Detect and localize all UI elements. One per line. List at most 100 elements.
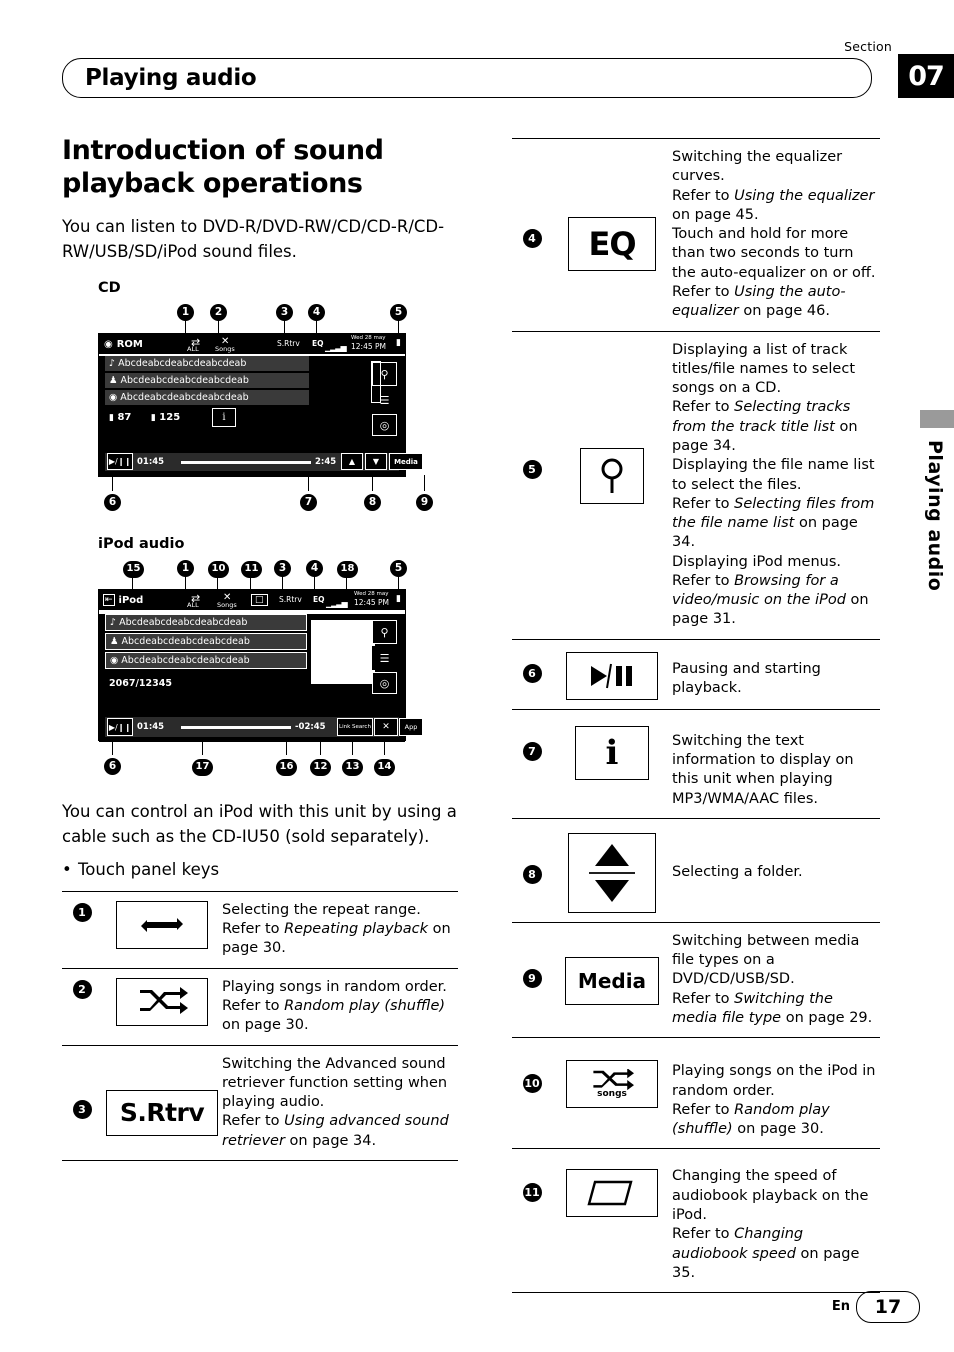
row-icon-cell	[102, 968, 222, 1045]
scrollbar[interactable]	[371, 361, 381, 404]
section-label: Section	[844, 39, 892, 54]
callout-8: 8	[364, 490, 381, 512]
chapter-title-pill: Playing audio	[62, 58, 872, 98]
info-key-onscreen[interactable]: i	[212, 408, 236, 428]
row-desc-cell: Playing songs on the iPod in random orde…	[672, 1063, 876, 1138]
row-number-cell: 7	[512, 709, 552, 818]
row-desc-cell: Selecting the repeat range. Refer to Rep…	[222, 901, 451, 957]
row-icon-cell	[552, 331, 672, 639]
ipod-track-row-2[interactable]: ♟ Abcdeabcdeabcdeabcdeab	[105, 633, 307, 651]
ipod-track-title-1: Abcdeabcdeabcdeabcdeab	[119, 617, 248, 629]
signal-icon: ▮	[396, 594, 401, 605]
progress-bar[interactable]	[181, 726, 291, 730]
cd-status-bar: ◉ ROM ⇄ ALL ✕ Songs S.Rtrv EQ ▁▂▃▅ Wed 2…	[99, 334, 405, 355]
ipod-track-row-3[interactable]: ◉ Abcdeabcdeabcdeabcdeab	[105, 652, 307, 670]
row-desc-cell: Pausing and starting playback.	[672, 660, 821, 697]
scroll-handle[interactable]: ☰	[372, 646, 397, 671]
callout-16: 16	[276, 754, 297, 776]
link-search-key[interactable]: Link Search	[337, 718, 373, 737]
row-number-cell: 11	[512, 1149, 552, 1293]
page-number: 17	[856, 1291, 920, 1323]
clock-date: Wed 28 may	[354, 591, 389, 598]
row-desc-cell: Changing the speed of audiobook playback…	[672, 1168, 869, 1281]
row-desc-cell: Switching the equalizer curves. Refer to…	[672, 149, 876, 320]
ipod-cable-note: You can control an iPod with this unit b…	[62, 802, 457, 847]
clock-date: Wed 28 may	[351, 335, 386, 342]
right-key-table: 4 EQ Switching the equalizer curves. Ref…	[512, 138, 880, 1293]
app-key-onscreen[interactable]: App	[399, 718, 423, 737]
table-row: 8 Selecting a folder.	[512, 818, 880, 922]
callout-10b: 10	[208, 556, 229, 578]
chapter-title: Playing audio	[85, 65, 257, 91]
folder-down-key[interactable]: ▼	[365, 453, 387, 471]
bullet-dot: •	[62, 859, 72, 879]
track-row-2[interactable]: ♟ Abcdeabcdeabcdeabcdeab	[105, 373, 309, 389]
srtrv-label[interactable]: S.Rtrv	[277, 339, 300, 348]
up-down-arrows-glyph	[589, 843, 635, 902]
shuffle-icon[interactable]	[116, 977, 208, 1026]
list-search-key-onscreen[interactable]: ⚲	[372, 620, 397, 645]
track-number: 125	[159, 412, 181, 424]
track-row-1[interactable]: ♪ Abcdeabcdeabcdeabcdeab	[105, 356, 309, 372]
row-number-cell: 2	[62, 968, 102, 1045]
ipod-status-bar: ⇤ iPod ⇄ ALL ✕ Songs □ S.Rtrv EQ ▁▂▃▅ We…	[99, 590, 405, 611]
track-title-1: Abcdeabcdeabcdeabcdeab	[118, 358, 247, 370]
note-icon: ♪	[110, 617, 117, 629]
play-pause-glyph	[591, 663, 632, 688]
progress-bar[interactable]	[181, 461, 311, 465]
row-number-cell: 6	[512, 639, 552, 709]
artist-icon: ♟	[109, 375, 118, 387]
source-label: ROM	[116, 338, 143, 350]
folder-up-key[interactable]: ▲	[341, 453, 363, 471]
s-rtrv-key[interactable]: S.Rtrv	[106, 1089, 218, 1136]
callout-7: 7	[300, 490, 317, 512]
eq-label[interactable]: EQ	[313, 595, 325, 604]
ipod-track-title-3: Abcdeabcdeabcdeabcdeab	[121, 655, 250, 667]
clock-time: 12:45 PM	[351, 342, 386, 352]
shuffle-songs-key-onscreen[interactable]: ✕	[374, 718, 398, 737]
play-pause-key-onscreen[interactable]: ▶/❙❙	[107, 453, 133, 471]
repeat-glyph	[141, 917, 183, 932]
play-pause-key-onscreen[interactable]: ▶/❙❙	[107, 718, 133, 737]
srtrv-label[interactable]: S.Rtrv	[279, 595, 302, 604]
folder-number: ▮ 87 ▮ 125	[109, 412, 181, 424]
row-icon-cell: songs	[552, 1038, 672, 1149]
shuffle-songs-key[interactable]: songs	[566, 1060, 658, 1109]
up-down-arrows-key[interactable]	[568, 832, 656, 913]
audiobook-speed-icon[interactable]: □	[251, 594, 268, 607]
intro-paragraph: You can listen to DVD-R/DVD-RW/CD/CD-R/C…	[62, 216, 445, 261]
page-title: Introduction of sound playback operation…	[62, 135, 384, 199]
row-desc-cell: Selecting a folder.	[672, 863, 803, 880]
callout-17: 17	[192, 754, 213, 776]
cd-screen-body: ♪ Abcdeabcdeabcdeabcdeab ♟ Abcdeabcdeabc…	[99, 356, 423, 477]
level-meter-icon: ▁▂▃▅	[326, 599, 348, 609]
row-number-cell: 9	[512, 922, 552, 1037]
camera-key-onscreen[interactable]: ◎	[372, 672, 397, 695]
audiobook-speed-key[interactable]	[566, 1169, 658, 1218]
camera-key-onscreen[interactable]: ◎	[372, 414, 397, 437]
ipod-track-row-1[interactable]: ♪ Abcdeabcdeabcdeabcdeab	[105, 614, 307, 632]
touch-panel-label: Touch panel keys	[78, 859, 220, 879]
row-icon-cell	[552, 639, 672, 709]
disc-icon: ◉	[104, 338, 113, 350]
row-icon-cell	[552, 1149, 672, 1293]
play-pause-key[interactable]	[566, 651, 658, 700]
track-title-2: Abcdeabcdeabcdeabcdeab	[120, 375, 249, 387]
table-row: 9 Media Switching between media file typ…	[512, 922, 880, 1037]
table-row: 11 Changing the speed of audiobook playb…	[512, 1148, 880, 1293]
row-icon-cell	[102, 891, 222, 968]
repeat-icon[interactable]	[116, 900, 208, 949]
track-row-3[interactable]: ◉ Abcdeabcdeabcdeabcdeab	[105, 390, 309, 406]
link-search-label: Link Search	[339, 724, 371, 731]
row-icon-cell	[552, 818, 672, 922]
media-key-onscreen[interactable]: Media	[389, 453, 423, 471]
eq-key[interactable]: EQ	[568, 217, 656, 271]
list-search-icon[interactable]	[580, 447, 644, 504]
eq-label[interactable]: EQ	[312, 339, 324, 348]
callout-9: 9	[416, 490, 433, 512]
cd-device-screen: ◉ ROM ⇄ ALL ✕ Songs S.Rtrv EQ ▁▂▃▅ Wed 2…	[98, 333, 423, 478]
info-key[interactable]: i	[575, 725, 649, 780]
media-key[interactable]: Media	[565, 956, 659, 1005]
row-number-cell: 10	[512, 1038, 552, 1149]
magnifier-glyph	[601, 458, 623, 493]
